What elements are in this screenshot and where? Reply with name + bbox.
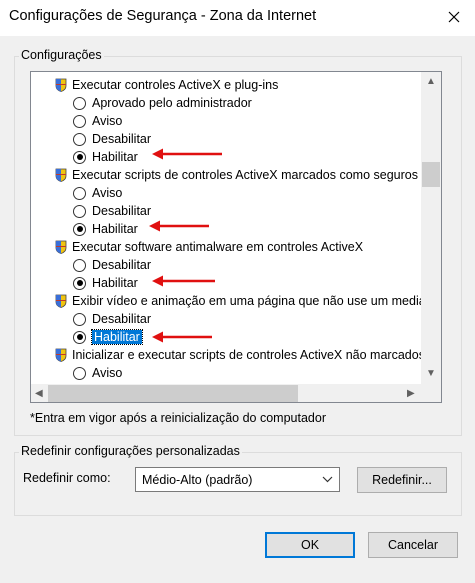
- setting-header: Executar scripts de controles ActiveX ma…: [72, 168, 418, 182]
- reset-to-label: Redefinir como:: [23, 471, 111, 485]
- scrollbar-corner: [421, 384, 441, 402]
- radio-button-selected[interactable]: [73, 150, 86, 164]
- radio-button-selected[interactable]: [73, 276, 86, 290]
- title-bar: Configurações de Segurança - Zona da Int…: [0, 0, 475, 36]
- option-label[interactable]: Habilitar: [92, 276, 138, 290]
- option-label[interactable]: Desabilitar: [92, 204, 151, 218]
- annotation-arrow-icon: [152, 148, 222, 160]
- shield-icon: [55, 348, 67, 362]
- list-item[interactable]: Desabilitar: [73, 256, 151, 274]
- shield-icon: [55, 294, 67, 308]
- vertical-scroll-thumb[interactable]: [422, 162, 440, 187]
- shield-icon: [55, 78, 67, 92]
- restart-note: *Entra em vigor após a reinicialização d…: [30, 411, 326, 425]
- settings-list[interactable]: Executar controles ActiveX e plug-ins Ap…: [30, 71, 442, 403]
- option-label[interactable]: Aviso: [92, 366, 122, 380]
- scroll-up-icon[interactable]: ▲: [426, 77, 436, 87]
- option-label-focused[interactable]: Habilitar: [91, 329, 143, 345]
- reset-level-select[interactable]: Médio-Alto (padrão): [135, 467, 340, 492]
- option-label[interactable]: Desabilitar: [92, 258, 151, 272]
- chevron-down-icon: [322, 476, 333, 483]
- window-title: Configurações de Segurança - Zona da Int…: [9, 8, 317, 24]
- list-item[interactable]: Habilitar: [73, 274, 138, 292]
- radio-button[interactable]: [73, 258, 86, 272]
- list-item[interactable]: Desabilitar: [73, 310, 151, 328]
- radio-button[interactable]: [73, 312, 86, 326]
- option-label[interactable]: Habilitar: [92, 150, 138, 164]
- setting-header: Inicializar e executar scripts de contro…: [72, 348, 441, 362]
- option-label[interactable]: Desabilitar: [92, 312, 151, 326]
- shield-icon: [55, 168, 67, 182]
- list-item: Executar software antimalware em control…: [55, 238, 363, 256]
- radio-button[interactable]: [73, 132, 86, 146]
- vertical-scrollbar[interactable]: ▲ ▼: [421, 72, 441, 385]
- option-label[interactable]: Habilitar: [92, 222, 138, 236]
- radio-button[interactable]: [73, 114, 86, 128]
- list-item[interactable]: Aviso: [73, 364, 122, 382]
- option-label[interactable]: Desabilitar: [92, 132, 151, 146]
- option-label[interactable]: Aviso: [92, 114, 122, 128]
- reset-button[interactable]: Redefinir...: [357, 467, 447, 493]
- list-item: Executar scripts de controles ActiveX ma…: [55, 166, 418, 184]
- scroll-right-icon[interactable]: ▶: [407, 389, 415, 399]
- radio-button-selected[interactable]: [73, 222, 86, 236]
- scroll-left-icon[interactable]: ◀: [35, 389, 43, 399]
- list-item[interactable]: Habilitar: [73, 220, 138, 238]
- list-item: Exibir vídeo e animação em uma página qu…: [55, 292, 441, 310]
- list-item[interactable]: Aviso: [73, 112, 122, 130]
- radio-button[interactable]: [73, 96, 86, 110]
- setting-header: Executar software antimalware em control…: [72, 240, 364, 254]
- horizontal-scroll-thumb[interactable]: [48, 385, 298, 402]
- horizontal-scrollbar[interactable]: ◀ ▶: [31, 384, 421, 402]
- setting-header: Executar controles ActiveX e plug-ins: [72, 78, 279, 92]
- option-label[interactable]: Aprovado pelo administrador: [92, 96, 252, 110]
- cancel-button[interactable]: Cancelar: [368, 532, 458, 558]
- radio-button[interactable]: [73, 204, 86, 218]
- settings-group-label: Configurações: [19, 48, 104, 62]
- radio-button[interactable]: [73, 186, 86, 200]
- annotation-arrow-icon: [152, 331, 212, 343]
- option-label[interactable]: Aviso: [92, 186, 122, 200]
- shield-icon: [55, 240, 67, 254]
- annotation-arrow-icon: [152, 275, 215, 287]
- list-item[interactable]: Desabilitar: [73, 202, 151, 220]
- list-item[interactable]: Aprovado pelo administrador: [73, 94, 252, 112]
- radio-button-selected[interactable]: [73, 330, 86, 344]
- scroll-down-icon[interactable]: ▼: [426, 369, 436, 379]
- setting-header: Exibir vídeo e animação em uma página qu…: [72, 294, 441, 308]
- list-item: Executar controles ActiveX e plug-ins: [55, 76, 278, 94]
- annotation-arrow-icon: [149, 220, 209, 232]
- list-item[interactable]: Habilitar: [73, 148, 138, 166]
- ok-button[interactable]: OK: [265, 532, 355, 558]
- list-item[interactable]: Aviso: [73, 184, 122, 202]
- list-item[interactable]: Desabilitar: [73, 130, 151, 148]
- list-item[interactable]: Habilitar: [73, 328, 143, 346]
- list-item: Inicializar e executar scripts de contro…: [55, 346, 441, 364]
- reset-level-value: Médio-Alto (padrão): [142, 472, 253, 487]
- close-icon[interactable]: [439, 2, 469, 32]
- reset-group-label: Redefinir configurações personalizadas: [19, 444, 242, 458]
- radio-button[interactable]: [73, 366, 86, 380]
